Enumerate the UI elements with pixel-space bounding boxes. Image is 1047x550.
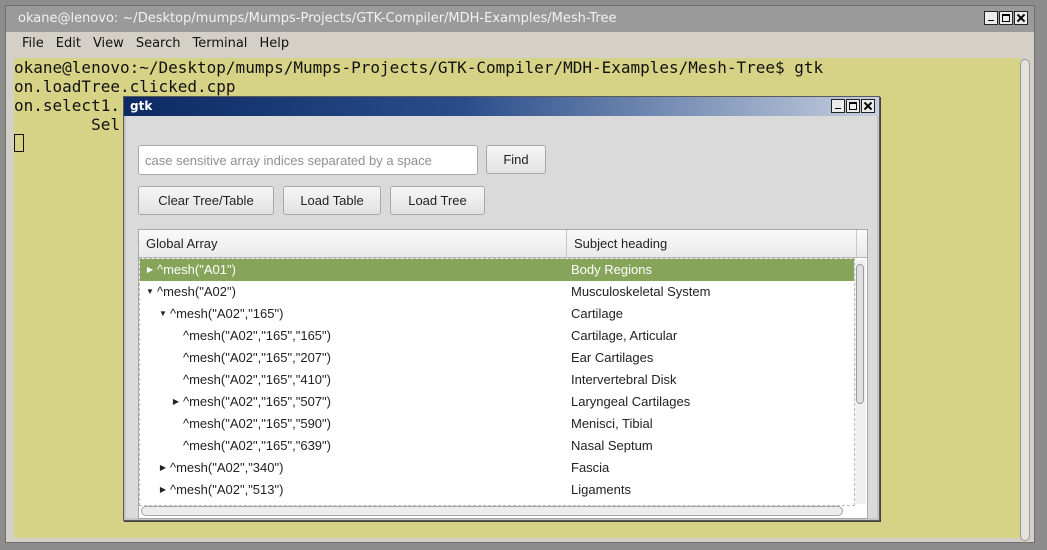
global-array-cell: ^mesh("A02","340")	[170, 460, 284, 475]
terminal-window-controls	[984, 11, 1028, 25]
tree-horizontal-scrollbar[interactable]	[141, 506, 843, 516]
tree-vertical-scrollbar[interactable]	[855, 260, 866, 504]
terminal-cursor	[14, 134, 24, 152]
gtk-dialog: gtk Find Clear Tree/Table Load Table Loa…	[123, 96, 880, 521]
global-array-cell: ^mesh("A02","165","639")	[183, 438, 331, 453]
terminal-scrollbar[interactable]	[1020, 59, 1030, 541]
tree-row[interactable]: ▼ ^mesh("A02","165") Cartilage	[140, 303, 854, 325]
gtk-content: Find Clear Tree/Table Load Table Load Tr…	[124, 116, 879, 520]
gtk-window-controls	[831, 99, 875, 113]
terminal-titlebar[interactable]: okane@lenovo: ~/Desktop/mumps/Mumps-Proj…	[6, 6, 1034, 32]
tree-row[interactable]: ^mesh("A02","165","165") Cartilage, Artic…	[140, 325, 854, 347]
search-input[interactable]	[138, 145, 478, 175]
menu-edit[interactable]: Edit	[50, 32, 87, 56]
global-array-cell: ^mesh("A02","165")	[170, 306, 284, 321]
subject-heading-cell: Nasal Septum	[571, 438, 653, 453]
subject-heading-cell: Cartilage	[571, 306, 624, 321]
maximize-icon[interactable]	[999, 11, 1013, 25]
tree-row[interactable]: ^mesh("A02","165","207") Ear Cartilages	[140, 347, 854, 369]
terminal-line: okane@lenovo:~/Desktop/mumps/Mumps-Proje…	[14, 58, 824, 77]
subject-heading-cell: Ligaments	[571, 482, 631, 497]
global-array-cell: ^mesh("A02","165","207")	[183, 350, 331, 365]
subject-heading-cell: Body Regions	[571, 262, 652, 277]
tree-row[interactable]: ^mesh("A02","165","590") Menisci, Tibial	[140, 413, 854, 435]
expander-closed-icon[interactable]: ▶	[158, 457, 168, 479]
clear-tree-table-button[interactable]: Clear Tree/Table	[138, 186, 274, 215]
terminal-line: on.loadTree.clicked.cpp	[14, 77, 236, 96]
column-header-global-array[interactable]: Global Array	[139, 230, 567, 257]
gtk-title: gtk	[130, 99, 153, 113]
tree-row[interactable]: ^mesh("A02","165","410") Intervertebral D…	[140, 369, 854, 391]
close-icon[interactable]	[1014, 11, 1028, 25]
subject-heading-cell: Intervertebral Disk	[571, 372, 677, 387]
find-button[interactable]: Find	[486, 145, 546, 174]
subject-heading-cell: Laryngeal Cartilages	[571, 394, 691, 409]
menu-terminal[interactable]: Terminal	[186, 32, 253, 56]
global-array-cell: ^mesh("A02","513")	[170, 482, 284, 497]
expander-closed-icon[interactable]: ▶	[158, 479, 168, 501]
subject-heading-cell: Ear Cartilages	[571, 350, 654, 365]
menu-search[interactable]: Search	[130, 32, 187, 56]
global-array-cell: ^mesh("A02","165","410")	[183, 372, 331, 387]
global-array-cell: ^mesh("A02")	[157, 284, 236, 299]
column-header-subject-heading[interactable]: Subject heading	[567, 230, 857, 257]
tree-row[interactable]: ^mesh("A02","165","639") Nasal Septum	[140, 435, 854, 457]
minimize-icon[interactable]	[984, 11, 998, 25]
subject-heading-cell: Musculoskeletal System	[571, 284, 711, 299]
tree-row[interactable]: ▼ ^mesh("A02") Musculoskeletal System	[140, 281, 854, 303]
expander-open-icon[interactable]: ▼	[145, 281, 155, 303]
close-icon[interactable]	[861, 99, 875, 113]
terminal-menubar: File Edit View Search Terminal Help	[6, 32, 1034, 56]
load-table-button[interactable]: Load Table	[283, 186, 381, 215]
subject-heading-cell: Fascia	[571, 460, 610, 475]
tree-row[interactable]: ▶ ^mesh("A02","513") Ligaments	[140, 479, 854, 501]
global-array-cell: ^mesh("A01")	[157, 262, 236, 277]
tree-row[interactable]: ▶ ^mesh("A01") Body Regions	[140, 259, 854, 281]
minimize-icon[interactable]	[831, 99, 845, 113]
load-tree-button[interactable]: Load Tree	[390, 186, 485, 215]
tree-row[interactable]: ▶ ^mesh("A02","340") Fascia	[140, 457, 854, 479]
subject-heading-cell: Cartilage, Articular	[571, 328, 678, 343]
global-array-cell: ^mesh("A02","165","507")	[183, 394, 331, 409]
tree-rows: ▶ ^mesh("A01") Body Regions ▼ ^mesh("A02") Mu…	[139, 258, 855, 506]
tree-vertical-scroll-thumb[interactable]	[856, 264, 864, 404]
tree-row[interactable]: ▶ ^mesh("A02","165","507") Laryngeal Carti…	[140, 391, 854, 413]
gtk-titlebar[interactable]: gtk	[124, 97, 879, 116]
expander-closed-icon[interactable]: ▶	[171, 391, 181, 413]
expander-closed-icon[interactable]: ▶	[145, 259, 155, 281]
subject-heading-cell: Menisci, Tibial	[571, 416, 653, 431]
maximize-icon[interactable]	[846, 99, 860, 113]
global-array-cell: ^mesh("A02","165","165")	[183, 328, 331, 343]
menu-view[interactable]: View	[87, 32, 130, 56]
tree-view[interactable]: Global Array Subject heading ▶ ^mesh("A01…	[138, 229, 868, 519]
tree-header: Global Array Subject heading	[139, 230, 867, 258]
menu-help[interactable]: Help	[253, 32, 295, 56]
expander-open-icon[interactable]: ▼	[158, 303, 168, 325]
menu-file[interactable]: File	[16, 32, 50, 56]
terminal-title: okane@lenovo: ~/Desktop/mumps/Mumps-Proj…	[18, 11, 617, 26]
global-array-cell: ^mesh("A02","165","590")	[183, 416, 331, 431]
